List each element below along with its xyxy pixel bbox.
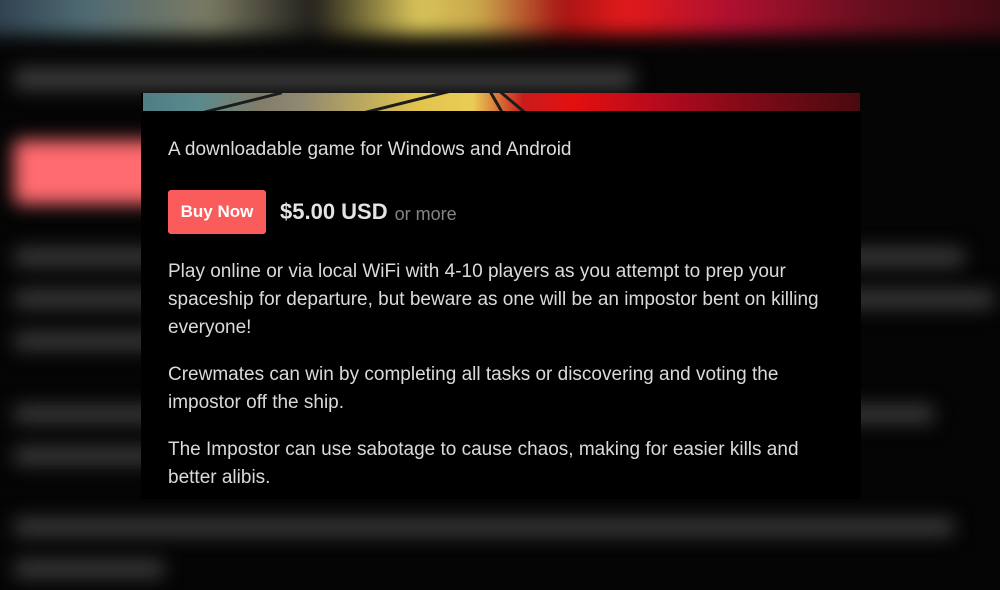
description-paragraph: The Impostor can use sabotage to cause c… bbox=[168, 439, 799, 488]
buy-now-button[interactable]: Buy Now bbox=[168, 190, 266, 234]
cover-image bbox=[143, 93, 860, 111]
blurred-text-line bbox=[14, 560, 164, 578]
game-info-content: A downloadable game for Windows and Andr… bbox=[168, 138, 848, 492]
blurred-subtitle bbox=[14, 68, 634, 90]
game-subtitle: A downloadable game for Windows and Andr… bbox=[168, 139, 572, 160]
description-paragraph: Crewmates can win by completing all task… bbox=[168, 364, 779, 413]
blurred-text-line bbox=[14, 518, 954, 536]
blurred-banner-image bbox=[0, 0, 1000, 35]
screen: A downloadable game for Windows and Andr… bbox=[0, 0, 1000, 590]
price-suffix: or more bbox=[394, 203, 457, 224]
game-info-panel: A downloadable game for Windows and Andr… bbox=[141, 93, 861, 499]
price-label: $5.00 USD bbox=[280, 199, 388, 224]
purchase-row: Buy Now $5.00 USD or more bbox=[168, 190, 848, 234]
description-paragraph: Play online or via local WiFi with 4-10 … bbox=[168, 261, 819, 338]
